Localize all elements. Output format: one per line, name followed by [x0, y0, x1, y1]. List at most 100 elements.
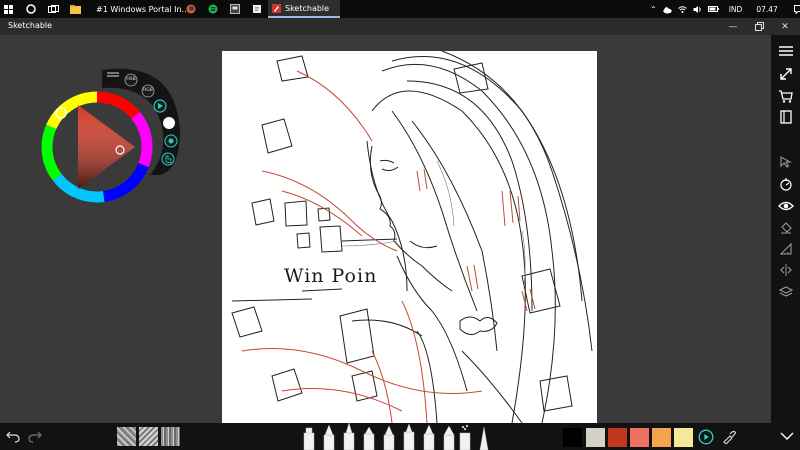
- layers-icon: [778, 286, 793, 297]
- palette-color-5[interactable]: [652, 428, 671, 447]
- action-center-icon[interactable]: [793, 4, 800, 14]
- wifi-icon[interactable]: [677, 5, 687, 14]
- eyedropper-icon: [723, 430, 736, 444]
- restore-icon: [754, 22, 764, 31]
- brush-pencil[interactable]: [323, 424, 335, 450]
- expand-arrows-icon: [779, 68, 792, 80]
- chevron-up-icon[interactable]: ⌃: [650, 5, 657, 14]
- collapse-button[interactable]: [777, 423, 797, 450]
- palette-color-2[interactable]: [586, 428, 605, 447]
- fill-tool-button[interactable]: [775, 219, 796, 237]
- brush-eraser[interactable]: [443, 425, 455, 450]
- hsb-mode-label: HSB: [126, 77, 136, 82]
- taskbar-app-sketchable[interactable]: Sketchable: [268, 0, 340, 18]
- right-toolbar: [771, 35, 800, 423]
- taskbar-app-white[interactable]: [248, 0, 266, 18]
- clock-time[interactable]: 07.47: [756, 5, 777, 14]
- cortana-circle-icon: [26, 4, 36, 14]
- file-explorer-button[interactable]: [66, 0, 84, 18]
- layers-button[interactable]: [775, 283, 796, 301]
- palette-color-1[interactable]: [563, 428, 582, 447]
- selection-tool-button[interactable]: [775, 153, 796, 171]
- palette-more-button[interactable]: [697, 423, 715, 450]
- brush-spray[interactable]: [459, 424, 471, 450]
- compass-icon: [779, 178, 792, 191]
- spotify-icon: [208, 4, 218, 14]
- minimize-button[interactable]: —: [722, 18, 744, 35]
- close-icon: ✕: [781, 21, 789, 32]
- redo-button[interactable]: [26, 423, 44, 450]
- taskbar-app-label: #1 Windows Portal In...: [96, 4, 190, 14]
- texture-swatch-1[interactable]: [117, 427, 136, 446]
- task-view-button[interactable]: [44, 0, 62, 18]
- drawing-canvas[interactable]: Win Poin: [222, 51, 597, 423]
- window-title: Sketchable: [8, 21, 53, 30]
- book-icon: [779, 110, 792, 124]
- battery-icon[interactable]: [707, 5, 719, 13]
- taskbar-spotify[interactable]: [204, 0, 222, 18]
- bottom-toolbar: [0, 423, 800, 450]
- brush-marker[interactable]: [303, 427, 315, 450]
- task-view-icon: [47, 4, 59, 13]
- hamburger-menu-button[interactable]: [775, 42, 796, 60]
- palette-color-3[interactable]: [608, 428, 627, 447]
- hamburger-menu-icon: [778, 46, 793, 56]
- current-color-swatch[interactable]: [163, 117, 175, 129]
- onedrive-cloud-icon[interactable]: [663, 5, 672, 14]
- eyedropper-button[interactable]: [720, 423, 738, 450]
- minimize-icon: —: [728, 21, 738, 32]
- store-button[interactable]: [775, 87, 796, 105]
- palette-color-6[interactable]: [674, 428, 693, 447]
- restore-button[interactable]: [748, 18, 770, 35]
- canvas-handwritten-text: Win Poin: [284, 265, 378, 287]
- texture-swatch-2[interactable]: [139, 427, 158, 446]
- visibility-button[interactable]: [775, 197, 796, 215]
- app-square-icon: [230, 4, 240, 14]
- system-tray: ⌃ IND 07.47: [650, 0, 800, 18]
- rgb-mode-label: RGB: [143, 88, 153, 93]
- taskbar-app-chrome[interactable]: #1 Windows Portal In...: [88, 0, 189, 18]
- start-button[interactable]: [0, 0, 16, 18]
- cortana-button[interactable]: [22, 0, 40, 18]
- ruler-tool-button[interactable]: [775, 175, 796, 193]
- select-cursor-icon: [779, 156, 792, 168]
- palette-color-4[interactable]: [630, 428, 649, 447]
- brush-tray: [303, 423, 489, 450]
- taskbar-app-dark[interactable]: [226, 0, 244, 18]
- app-page-icon: [253, 5, 261, 13]
- volume-icon[interactable]: [693, 5, 702, 14]
- firefox-icon: [186, 4, 196, 14]
- windows-taskbar: #1 Windows Portal In... Sketchable ⌃ IND…: [0, 0, 800, 18]
- sketch-artwork: [231, 51, 593, 423]
- texture-swatch-3[interactable]: [161, 427, 180, 446]
- close-button[interactable]: ✕: [774, 18, 796, 35]
- expand-button[interactable]: [775, 65, 796, 83]
- taskbar-app-label: Sketchable: [285, 3, 330, 13]
- undo-icon: [6, 431, 20, 443]
- shopping-cart-icon: [779, 90, 793, 103]
- app-title-bar: Sketchable — ✕: [0, 18, 800, 35]
- brush-ink-pen[interactable]: [343, 423, 355, 450]
- eye-icon: [777, 201, 794, 211]
- taskbar-firefox[interactable]: [182, 0, 200, 18]
- symmetry-button[interactable]: [775, 261, 796, 279]
- redo-icon: [28, 431, 42, 443]
- brush-crayon[interactable]: [479, 426, 489, 450]
- brush-fountain-pen[interactable]: [423, 424, 435, 450]
- windows-logo-icon: [3, 4, 13, 14]
- folder-icon: [69, 4, 81, 14]
- paint-bucket-icon: [780, 222, 792, 234]
- play-circle-icon: [698, 428, 714, 445]
- ruler-icon: [779, 242, 792, 255]
- undo-button[interactable]: [4, 423, 22, 450]
- gallery-button[interactable]: [775, 108, 796, 126]
- brush-airbrush[interactable]: [363, 426, 375, 450]
- color-picker-widget[interactable]: HSB RGB: [40, 60, 200, 210]
- sketchable-app-icon: [272, 3, 281, 13]
- brush-calligraphy[interactable]: [383, 425, 395, 450]
- input-language[interactable]: IND: [729, 5, 743, 14]
- symmetry-icon: [779, 264, 792, 276]
- ruler-button[interactable]: [775, 240, 796, 258]
- chevron-down-icon: [780, 432, 794, 440]
- brush-fineliner[interactable]: [403, 423, 415, 450]
